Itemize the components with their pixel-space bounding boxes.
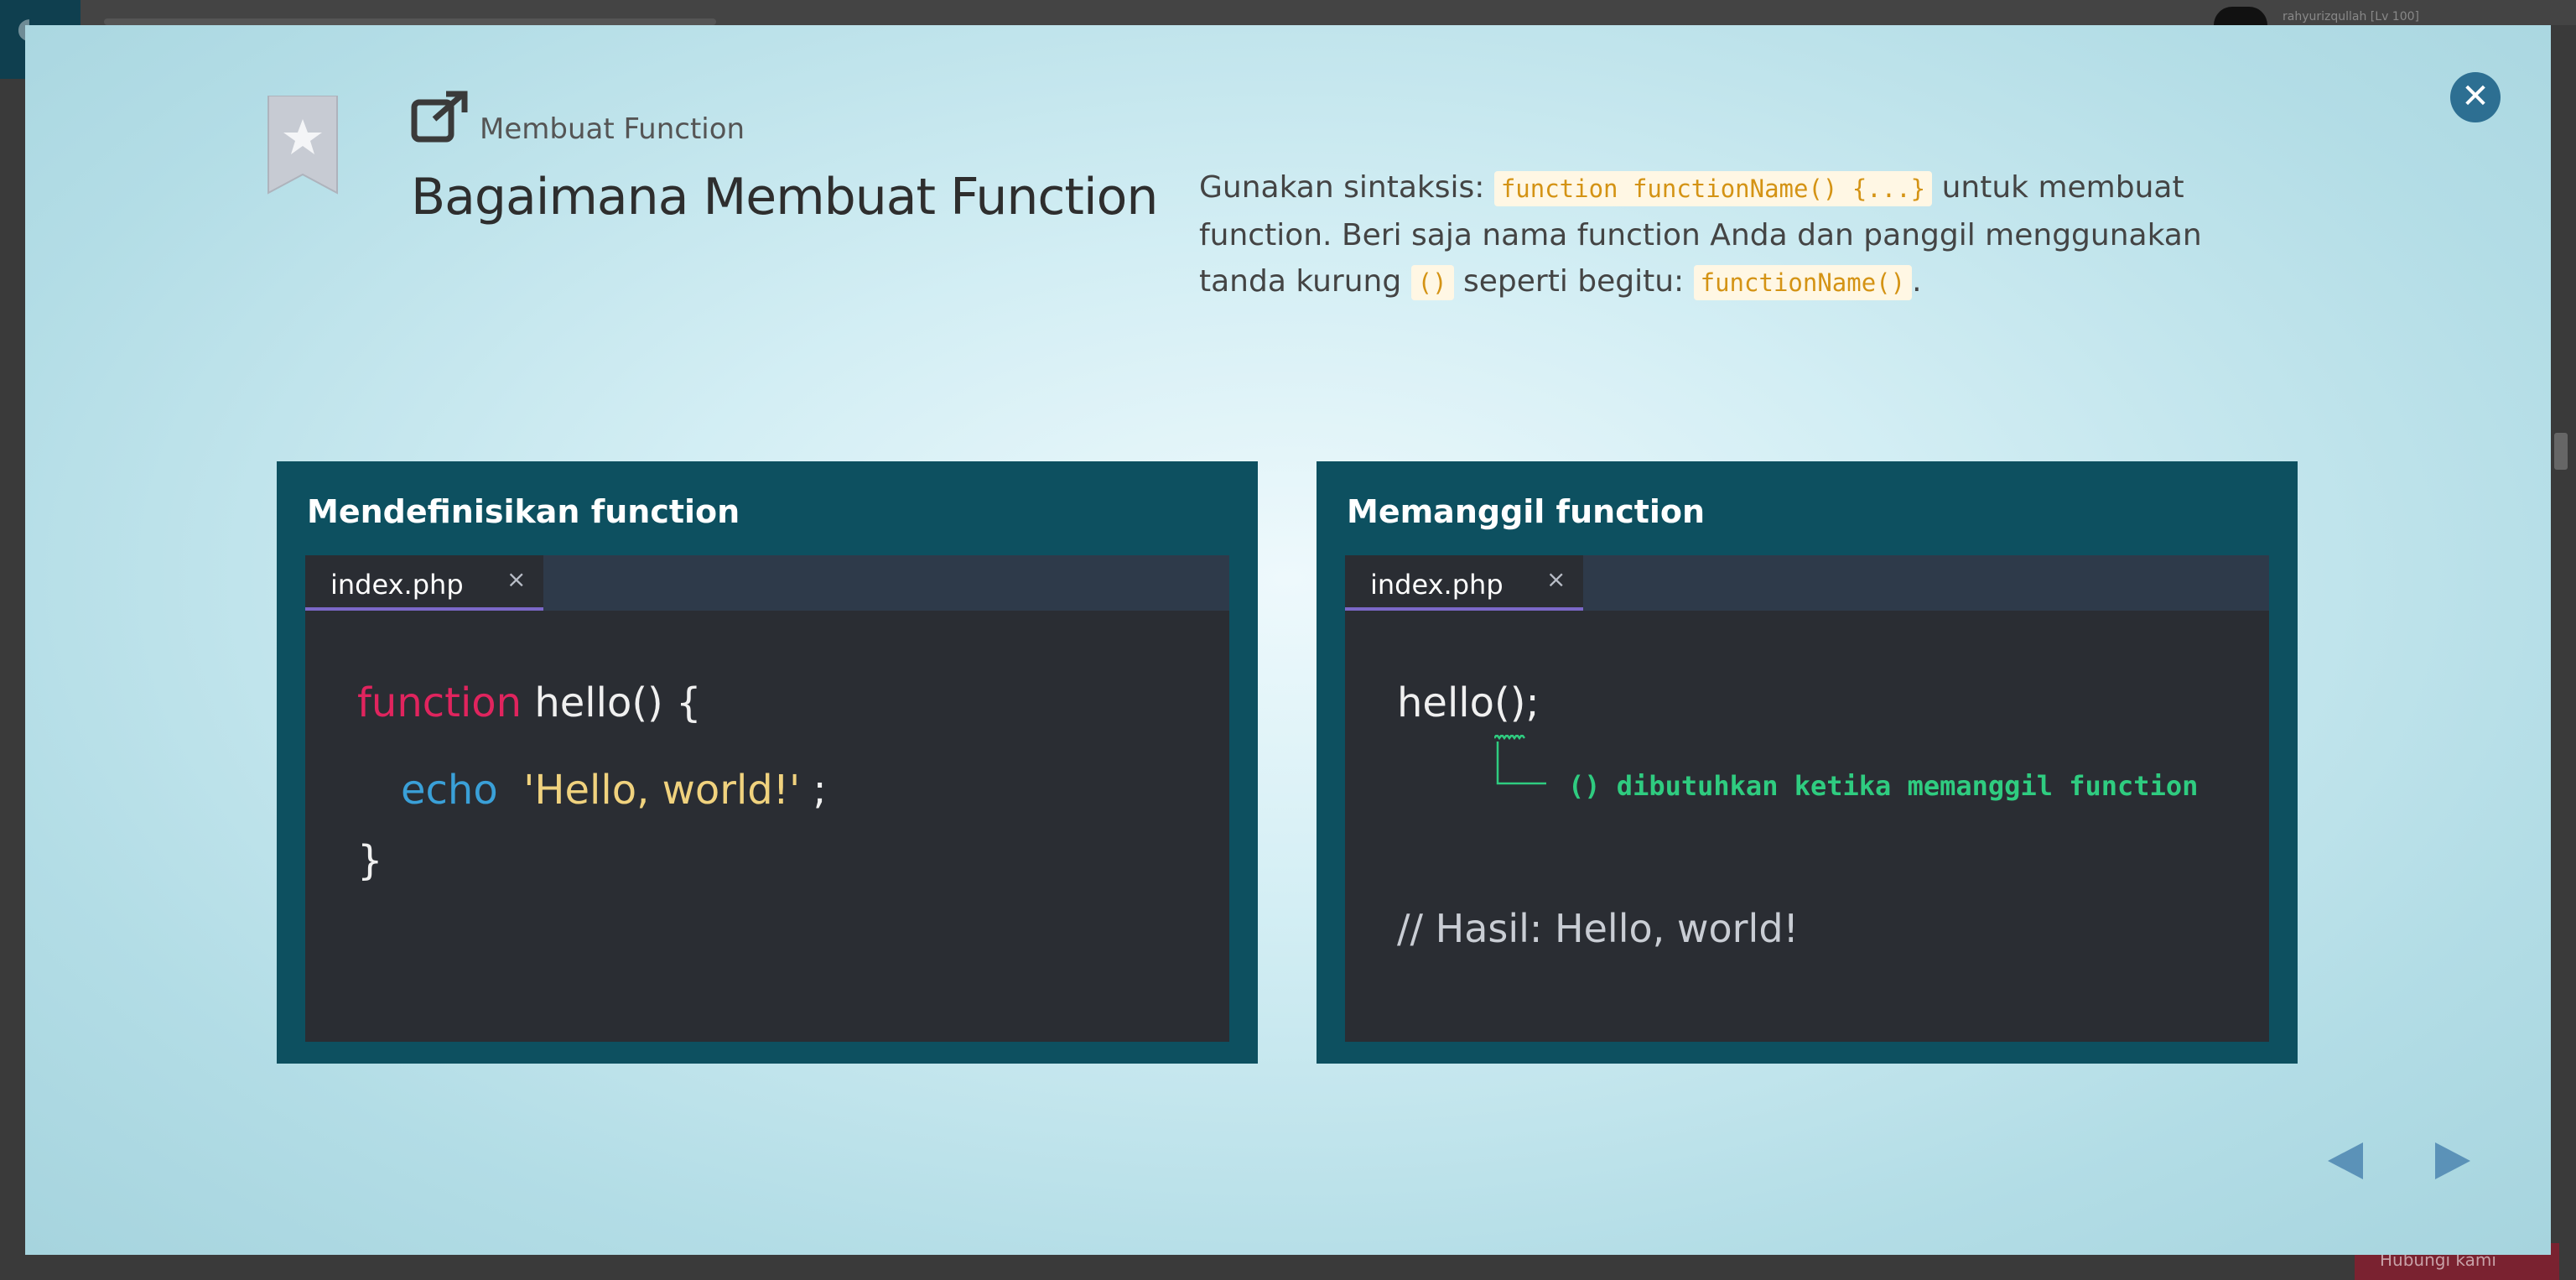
triangle-left-icon[interactable] xyxy=(2323,1136,2373,1186)
keyword-echo: echo xyxy=(401,767,498,814)
triangle-right-icon[interactable] xyxy=(2425,1136,2475,1186)
code-line-call: hello(); xyxy=(1397,679,1540,726)
tab-close-icon[interactable]: × xyxy=(506,565,526,593)
define-function-panel: Mendefinisikan function index.php × func… xyxy=(277,461,1258,1064)
tab-index-php[interactable]: index.php × xyxy=(305,555,543,611)
editor-tabbar: index.php × xyxy=(1345,555,2269,611)
avatar xyxy=(2214,7,2267,25)
lesson-description: Gunakan sintaksis: function functionName… xyxy=(1199,164,2247,306)
semicolon: ; xyxy=(800,767,827,814)
inline-code: function functionName() {...} xyxy=(1493,171,1933,206)
call-function-panel: Memanggil function index.php × hello(); … xyxy=(1317,461,2298,1064)
tab-index-php[interactable]: index.php × xyxy=(1345,555,1583,611)
code-comment: // Hasil: Hello, world! xyxy=(1397,906,1799,951)
code-line-2: echo 'Hello, world!' ; xyxy=(401,767,827,814)
description-text: seperti begitu: xyxy=(1453,264,1694,299)
string-literal: 'Hello, world!' xyxy=(523,767,801,814)
panel-title: Memanggil function xyxy=(1347,493,1706,530)
inline-code: functionName() xyxy=(1693,265,1913,300)
description-text: . xyxy=(1912,264,1922,299)
star-bookmark-icon[interactable] xyxy=(267,96,339,195)
user-label: rahyurizqullah [Lv 100] xyxy=(2283,10,2419,23)
code-line-1: function hello() { xyxy=(357,679,702,726)
code-line-3: } xyxy=(357,837,383,884)
close-icon[interactable]: ✕ xyxy=(2450,72,2501,122)
function-signature: hello() { xyxy=(522,679,702,726)
tab-label: index.php xyxy=(330,569,464,601)
panel-title: Mendefinisikan function xyxy=(307,493,740,530)
background-search-bar xyxy=(104,18,716,25)
tab-label: index.php xyxy=(1370,569,1504,601)
keyword-function: function xyxy=(357,679,522,726)
tab-close-icon[interactable]: × xyxy=(1546,565,1566,593)
annotation-connector xyxy=(1494,735,1546,785)
external-link-icon xyxy=(411,91,468,143)
background-bottom-bar xyxy=(0,1255,2576,1280)
code-editor: index.php × function hello() { echo 'Hel… xyxy=(305,555,1229,1042)
page-title: Bagaimana Membuat Function xyxy=(411,168,1158,226)
inline-code: () xyxy=(1410,265,1454,300)
description-text: Gunakan sintaksis: xyxy=(1199,170,1494,205)
background-scrollbar xyxy=(2554,433,2568,470)
code-editor: index.php × hello(); () dibutuhkan ketik… xyxy=(1345,555,2269,1042)
editor-tabbar: index.php × xyxy=(305,555,1229,611)
annotation-label: () dibutuhkan ketika memanggil function xyxy=(1568,770,2199,802)
lesson-modal: ✕ Membuat Function Bagaimana Membuat Fun… xyxy=(25,25,2551,1255)
lesson-subtitle: Membuat Function xyxy=(480,112,745,146)
